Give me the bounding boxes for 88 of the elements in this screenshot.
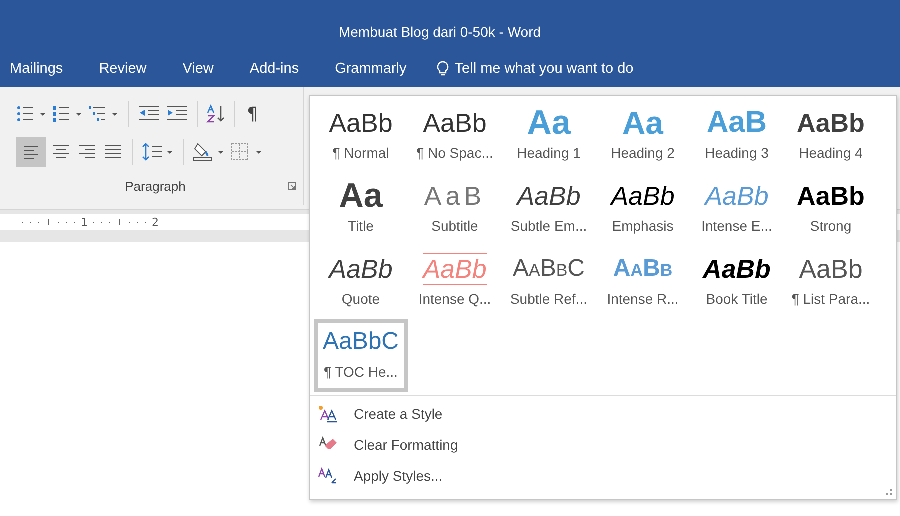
- style-item[interactable]: Aa Heading 2: [596, 100, 690, 173]
- ribbon-tab[interactable]: Review: [81, 60, 165, 76]
- style-preview: AaBb: [705, 183, 769, 209]
- style-item[interactable]: AaB Subtitle: [408, 173, 502, 246]
- style-label: Heading 4: [799, 145, 863, 161]
- numbered-list-icon[interactable]: [52, 105, 84, 123]
- style-preview: AaBbC: [512, 257, 586, 281]
- style-label: Intense Q...: [418, 291, 492, 307]
- style-label: ¶ No Spac...: [416, 145, 494, 161]
- window-title: Membuat Blog dari 0-50k - Word: [338, 24, 542, 40]
- shading-icon[interactable]: [192, 141, 226, 163]
- style-item[interactable]: AaBb ¶ Normal: [314, 100, 408, 173]
- style-label: ¶ Normal: [332, 145, 390, 161]
- bullet-list-icon[interactable]: [16, 105, 48, 123]
- style-preview: Aa: [339, 179, 383, 213]
- ribbon-tab[interactable]: Grammarly: [317, 60, 425, 76]
- style-label: Subtle Ref...: [510, 291, 588, 307]
- style-label: Heading 3: [705, 145, 769, 161]
- style-preview: AaBb: [613, 257, 673, 281]
- justify-icon[interactable]: [102, 143, 124, 161]
- style-preview: AaBb: [329, 110, 393, 136]
- style-preview: AaBb: [799, 256, 863, 282]
- decrease-indent-icon[interactable]: [137, 105, 161, 123]
- create-style-icon: [318, 404, 338, 422]
- menu-item[interactable]: Create a Style: [310, 398, 896, 429]
- style-preview: AaBb: [797, 183, 865, 209]
- style-label: Intense E...: [702, 218, 772, 234]
- style-preview: AaBb: [423, 253, 487, 285]
- style-preview: AaBb: [703, 256, 771, 282]
- align-right-icon[interactable]: [76, 143, 98, 161]
- ruler-number: 1: [80, 216, 89, 228]
- style-label: Subtle Em...: [510, 218, 588, 234]
- style-label: Heading 1: [517, 145, 581, 161]
- style-label: Quote: [342, 291, 380, 307]
- menu-item[interactable]: Apply Styles...: [310, 460, 896, 491]
- show-marks-button[interactable]: ¶: [243, 104, 262, 124]
- style-preview: Aa: [622, 107, 664, 139]
- style-label: Book Title: [706, 291, 768, 307]
- align-left-button[interactable]: [16, 137, 46, 167]
- style-label: Intense R...: [607, 291, 679, 307]
- style-preview: AaBbC: [322, 330, 400, 354]
- style-item[interactable]: AaBb ¶ No Spac...: [408, 100, 502, 173]
- style-item[interactable]: AaBbC ¶ TOC He...: [314, 319, 408, 392]
- ribbon-tab[interactable]: Mailings: [0, 60, 82, 76]
- sort-icon[interactable]: [206, 104, 226, 124]
- group-label: Paragraph: [125, 179, 186, 194]
- multilevel-list-icon[interactable]: [88, 105, 120, 123]
- style-label: Emphasis: [612, 218, 674, 234]
- style-item[interactable]: AaBb Intense Q...: [408, 246, 502, 319]
- style-item[interactable]: AaBb Intense E...: [690, 173, 784, 246]
- ribbon-tab[interactable]: View: [164, 60, 232, 76]
- lightbulb-icon: [436, 60, 449, 76]
- style-item[interactable]: AaB Heading 3: [690, 100, 784, 173]
- style-item[interactable]: AaBb Subtle Em...: [502, 173, 596, 246]
- style-preview: AaBb: [423, 110, 487, 136]
- style-label: ¶ TOC He...: [324, 364, 398, 380]
- ruler-number: 2: [151, 216, 160, 228]
- line-spacing-icon[interactable]: [141, 142, 175, 162]
- increase-indent-icon[interactable]: [165, 105, 189, 123]
- tell-me-field[interactable]: Tell me what you want to do: [436, 60, 675, 76]
- apply-styles-icon: [318, 466, 338, 484]
- style-item[interactable]: AaBbC Subtle Ref...: [502, 246, 596, 319]
- style-item[interactable]: Aa Title: [314, 173, 408, 246]
- style-item[interactable]: Aa Heading 1: [502, 100, 596, 173]
- menu-item[interactable]: Clear Formatting: [310, 429, 896, 460]
- style-preview: Aa: [527, 106, 571, 140]
- style-preview: AaBb: [611, 183, 675, 209]
- style-label: Strong: [810, 218, 852, 234]
- style-preview: AaBb: [797, 110, 865, 136]
- style-item[interactable]: AaBb ¶ List Para...: [784, 246, 878, 319]
- style-preview: AaB: [706, 108, 767, 138]
- style-item[interactable]: AaBb Strong: [784, 173, 878, 246]
- style-label: Title: [348, 218, 374, 234]
- align-center-icon[interactable]: [50, 143, 72, 161]
- style-item[interactable]: AaBb Heading 4: [784, 100, 878, 173]
- dialog-launcher-icon[interactable]: [288, 182, 297, 191]
- style-item[interactable]: AaBb Intense R...: [596, 246, 690, 319]
- ribbon-tab[interactable]: Add-ins: [232, 60, 318, 76]
- style-item[interactable]: AaBb Quote: [314, 246, 408, 319]
- resize-grip-icon[interactable]: [885, 488, 893, 496]
- style-item[interactable]: AaBb Emphasis: [596, 173, 690, 246]
- style-preview: AaBb: [517, 183, 581, 209]
- style-label: Subtitle: [432, 218, 478, 234]
- style-label: Heading 2: [611, 145, 675, 161]
- style-preview: AaBb: [329, 256, 393, 282]
- style-preview: AaB: [424, 183, 486, 209]
- style-item[interactable]: AaBb Book Title: [690, 246, 784, 319]
- style-label: ¶ List Para...: [792, 291, 870, 307]
